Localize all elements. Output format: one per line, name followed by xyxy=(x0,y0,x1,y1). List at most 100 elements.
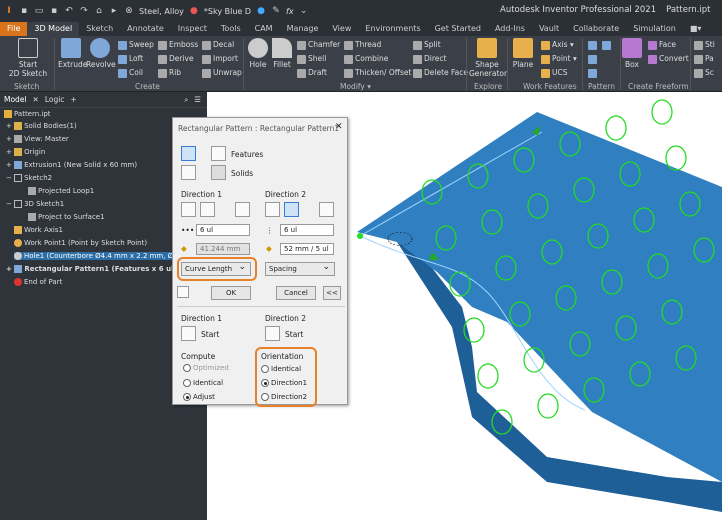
unwrap-button[interactable]: Unwrap xyxy=(202,68,242,78)
app-logo-icon[interactable]: I xyxy=(4,6,14,16)
pattern-solids-icon[interactable] xyxy=(181,165,196,180)
draft-button[interactable]: Draft xyxy=(297,68,327,78)
chamfer-button[interactable]: Chamfer xyxy=(297,40,340,50)
tab-vault[interactable]: Vault xyxy=(532,22,566,36)
tab-logic[interactable]: Logic xyxy=(45,95,65,104)
coil-button[interactable]: Coil xyxy=(118,68,143,78)
work-point-marker[interactable] xyxy=(357,233,363,239)
tree-node-projected-loop[interactable]: Projected Loop1 xyxy=(28,187,94,195)
face-button[interactable]: Face xyxy=(648,40,676,50)
material-dropdown[interactable]: Steel, Alloy xyxy=(139,7,184,16)
tree-node-part[interactable]: Pattern.ipt xyxy=(4,110,51,118)
pattern-features-icon[interactable] xyxy=(181,146,196,161)
compute-identical-radio[interactable]: Identical xyxy=(183,379,223,387)
new-file-icon[interactable]: ▪ xyxy=(19,6,29,16)
tree-node-solid-bodies[interactable]: + Solid Bodies(1) xyxy=(6,122,77,130)
stitch-button[interactable]: Sti xyxy=(694,40,715,50)
emboss-button[interactable]: Emboss xyxy=(158,40,198,50)
select-icon[interactable]: ▸ xyxy=(109,6,119,16)
redo-icon[interactable]: ↷ xyxy=(79,6,89,16)
fx-button[interactable]: fx xyxy=(286,7,294,16)
direction2-start-icon[interactable] xyxy=(265,326,280,341)
shell-button[interactable]: Shell xyxy=(297,54,326,64)
tree-node-extrusion1[interactable]: + Extrusion1 (New Solid x 60 mm) xyxy=(6,161,137,169)
appearance-icon[interactable]: ● xyxy=(189,6,199,16)
ok-button[interactable]: OK xyxy=(211,286,251,300)
save-icon[interactable]: ▪ xyxy=(49,6,59,16)
tab-3d-model[interactable]: 3D Model xyxy=(27,22,80,36)
tab-tools[interactable]: Tools xyxy=(214,22,248,36)
direction2-count-field[interactable]: 6 ul xyxy=(280,224,334,236)
tab-sketch[interactable]: Sketch xyxy=(79,22,120,36)
patch-button[interactable]: Pa xyxy=(694,54,714,64)
solids-cursor-icon[interactable] xyxy=(211,165,226,180)
start-sketch-button[interactable]: Start 2D Sketch xyxy=(8,38,48,78)
tree-node-origin[interactable]: + Origin xyxy=(6,148,45,156)
direction1-midplane-icon[interactable] xyxy=(235,202,250,217)
part-top-face[interactable] xyxy=(357,112,722,482)
appearance-dropdown[interactable]: *Sky Blue D xyxy=(204,7,251,16)
help-icon[interactable] xyxy=(177,286,189,298)
material-icon[interactable]: ⊗ xyxy=(124,6,134,16)
tab-get-started[interactable]: Get Started xyxy=(428,22,488,36)
decal-button[interactable]: Decal xyxy=(202,40,234,50)
tab-simulation[interactable]: Simulation xyxy=(626,22,683,36)
tree-node-sketch2[interactable]: − Sketch2 xyxy=(6,174,52,182)
direction1-start-icon[interactable] xyxy=(181,326,196,341)
fillet-button[interactable]: Fillet xyxy=(271,38,293,69)
compute-optimized-radio[interactable]: Optimized xyxy=(183,364,229,372)
home-icon[interactable]: ⌂ xyxy=(94,6,104,16)
direction1-count-field[interactable]: 6 ul xyxy=(196,224,250,236)
direction1-length-field[interactable]: 41.244 mm xyxy=(196,243,250,255)
axis-button[interactable]: Axis ▾ xyxy=(541,40,574,50)
shape-generator-button[interactable]: Shape Generator xyxy=(469,38,507,78)
rib-button[interactable]: Rib xyxy=(158,68,181,78)
customize-icon[interactable]: ⌄ xyxy=(299,6,309,16)
menu-icon[interactable]: ☰ xyxy=(194,95,201,104)
ucs-button[interactable]: UCS xyxy=(541,68,568,78)
direction1-path-select-icon[interactable] xyxy=(181,202,196,217)
rectangular-pattern-button[interactable] xyxy=(588,40,599,50)
adjust-icon[interactable]: ✎ xyxy=(271,6,281,16)
delete-face-button[interactable]: Delete Face xyxy=(413,68,468,78)
video-icon[interactable]: ■▾ xyxy=(683,22,709,36)
sweep-button[interactable]: Sweep xyxy=(118,40,154,50)
direction2-spacing-field[interactable]: 52 mm / 5 ul xyxy=(280,243,334,255)
direct-button[interactable]: Direct xyxy=(413,54,446,64)
tab-inspect[interactable]: Inspect xyxy=(171,22,214,36)
plane-button[interactable]: Plane xyxy=(511,38,535,69)
tree-node-3d-sketch[interactable]: − 3D Sketch1 xyxy=(6,200,64,208)
tab-cam[interactable]: CAM xyxy=(248,22,280,36)
tab-manage[interactable]: Manage xyxy=(280,22,326,36)
undo-icon[interactable]: ↶ xyxy=(64,6,74,16)
direction2-midplane-icon[interactable] xyxy=(319,202,334,217)
features-cursor-icon[interactable] xyxy=(211,146,226,161)
point-button[interactable]: Point ▾ xyxy=(541,54,577,64)
box-button[interactable]: Box xyxy=(622,38,642,69)
tree-node-project-to-surface[interactable]: Project to Surface1 xyxy=(28,213,105,221)
direction1-flip-icon[interactable] xyxy=(200,202,215,217)
tree-node-end-of-part[interactable]: End of Part xyxy=(14,278,62,286)
thread-button[interactable]: Thread xyxy=(344,40,381,50)
split-button[interactable]: Split xyxy=(413,40,441,50)
tab-collaborate[interactable]: Collaborate xyxy=(566,22,626,36)
add-tab-icon[interactable]: + xyxy=(70,95,76,104)
tab-model[interactable]: Model xyxy=(4,95,27,104)
mirror-button[interactable] xyxy=(602,40,613,50)
search-icon[interactable]: ⌕ xyxy=(184,95,188,105)
convert-button[interactable]: Convert xyxy=(648,54,689,64)
cancel-button[interactable]: Cancel xyxy=(276,286,316,300)
open-folder-icon[interactable]: ▭ xyxy=(34,6,44,16)
tree-node-view[interactable]: + View: Master xyxy=(6,135,69,143)
tab-environments[interactable]: Environments xyxy=(358,22,427,36)
compute-adjust-radio[interactable]: Adjust xyxy=(183,393,215,401)
dialog-close-icon[interactable]: ✕ xyxy=(335,122,343,132)
direction2-flip-icon[interactable] xyxy=(284,202,299,217)
circular-pattern-button[interactable] xyxy=(588,54,599,64)
direction2-mode-select[interactable]: Spacing xyxy=(265,261,335,276)
close-icon[interactable]: ✕ xyxy=(33,95,39,104)
color-override-icon[interactable]: ● xyxy=(256,6,266,16)
collapse-button[interactable]: << xyxy=(323,286,341,300)
derive-button[interactable]: Derive xyxy=(158,54,194,64)
tab-add-ins[interactable]: Add-Ins xyxy=(488,22,532,36)
